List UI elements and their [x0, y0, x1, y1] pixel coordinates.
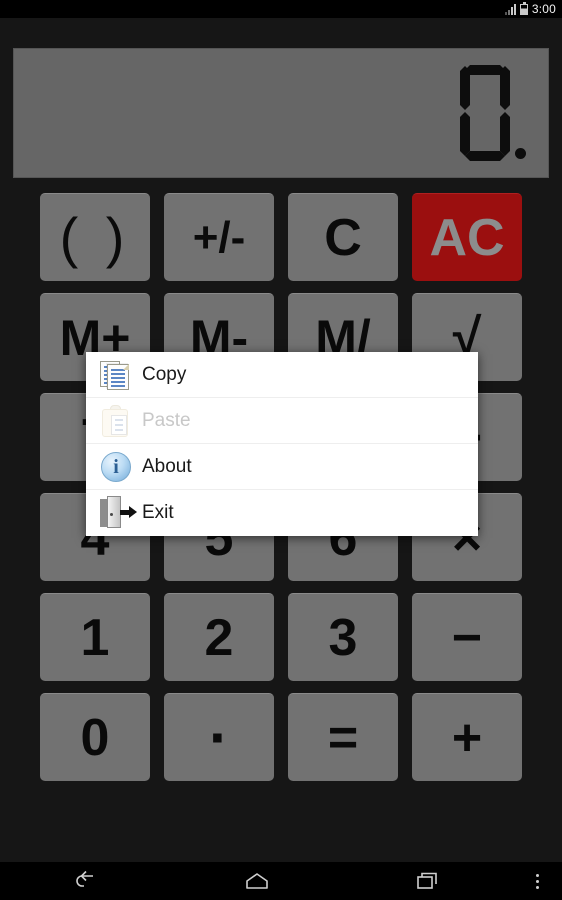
context-menu-label-copy: Copy [142, 363, 187, 385]
nav-recents-button[interactable] [343, 862, 514, 900]
calculator-display[interactable]: 0. [13, 48, 549, 178]
context-menu-item-paste: Paste [86, 398, 478, 444]
nav-overflow-button[interactable] [514, 862, 562, 900]
key-all-clear[interactable]: AC [412, 193, 522, 281]
context-menu-item-exit[interactable]: Exit [86, 490, 478, 536]
display-digit-0 [460, 65, 510, 161]
key-2[interactable]: 2 [164, 593, 274, 681]
keypad-row-1: ( ) +/- C AC [0, 193, 562, 281]
context-menu-label-exit: Exit [142, 502, 174, 523]
signal-bars-icon [504, 3, 516, 15]
key-clear[interactable]: C [288, 193, 398, 281]
status-bar-clock: 3:00 [531, 2, 556, 16]
context-menu-item-about[interactable]: i About [86, 444, 478, 490]
key-0[interactable]: 0 [40, 693, 150, 781]
info-icon: i [98, 449, 134, 485]
paste-icon [98, 403, 134, 439]
status-bar: 3:00 [0, 0, 562, 18]
key-add[interactable]: + [412, 693, 522, 781]
nav-back-button[interactable] [0, 862, 171, 900]
context-menu: Copy Paste i About Exit [86, 352, 478, 536]
recent-apps-icon [417, 872, 438, 889]
android-navigation-bar [0, 862, 562, 900]
context-menu-label-paste: Paste [142, 409, 191, 431]
copy-icon [98, 357, 134, 393]
key-1[interactable]: 1 [40, 593, 150, 681]
key-3[interactable]: 3 [288, 593, 398, 681]
exit-icon [98, 495, 137, 531]
overflow-menu-icon [536, 873, 540, 877]
home-icon [246, 873, 268, 889]
key-equals[interactable]: = [288, 693, 398, 781]
display-decimal-point [515, 148, 526, 159]
keypad-row-5: 1 2 3 − [0, 593, 562, 681]
seven-segment-readout [454, 65, 526, 161]
context-menu-item-copy[interactable]: Copy [86, 352, 478, 398]
nav-home-button[interactable] [171, 862, 342, 900]
key-sign-toggle[interactable]: +/- [164, 193, 274, 281]
battery-icon [519, 1, 528, 15]
calculator-app-screen: 3:00 0. ( ) +/- [0, 0, 562, 900]
back-arrow-icon [75, 870, 93, 887]
key-parentheses[interactable]: ( ) [40, 193, 150, 281]
key-decimal[interactable]: · [164, 693, 274, 781]
context-menu-label-about: About [142, 455, 192, 477]
key-subtract[interactable]: − [412, 593, 522, 681]
keypad-row-6: 0 · = + [0, 693, 562, 781]
